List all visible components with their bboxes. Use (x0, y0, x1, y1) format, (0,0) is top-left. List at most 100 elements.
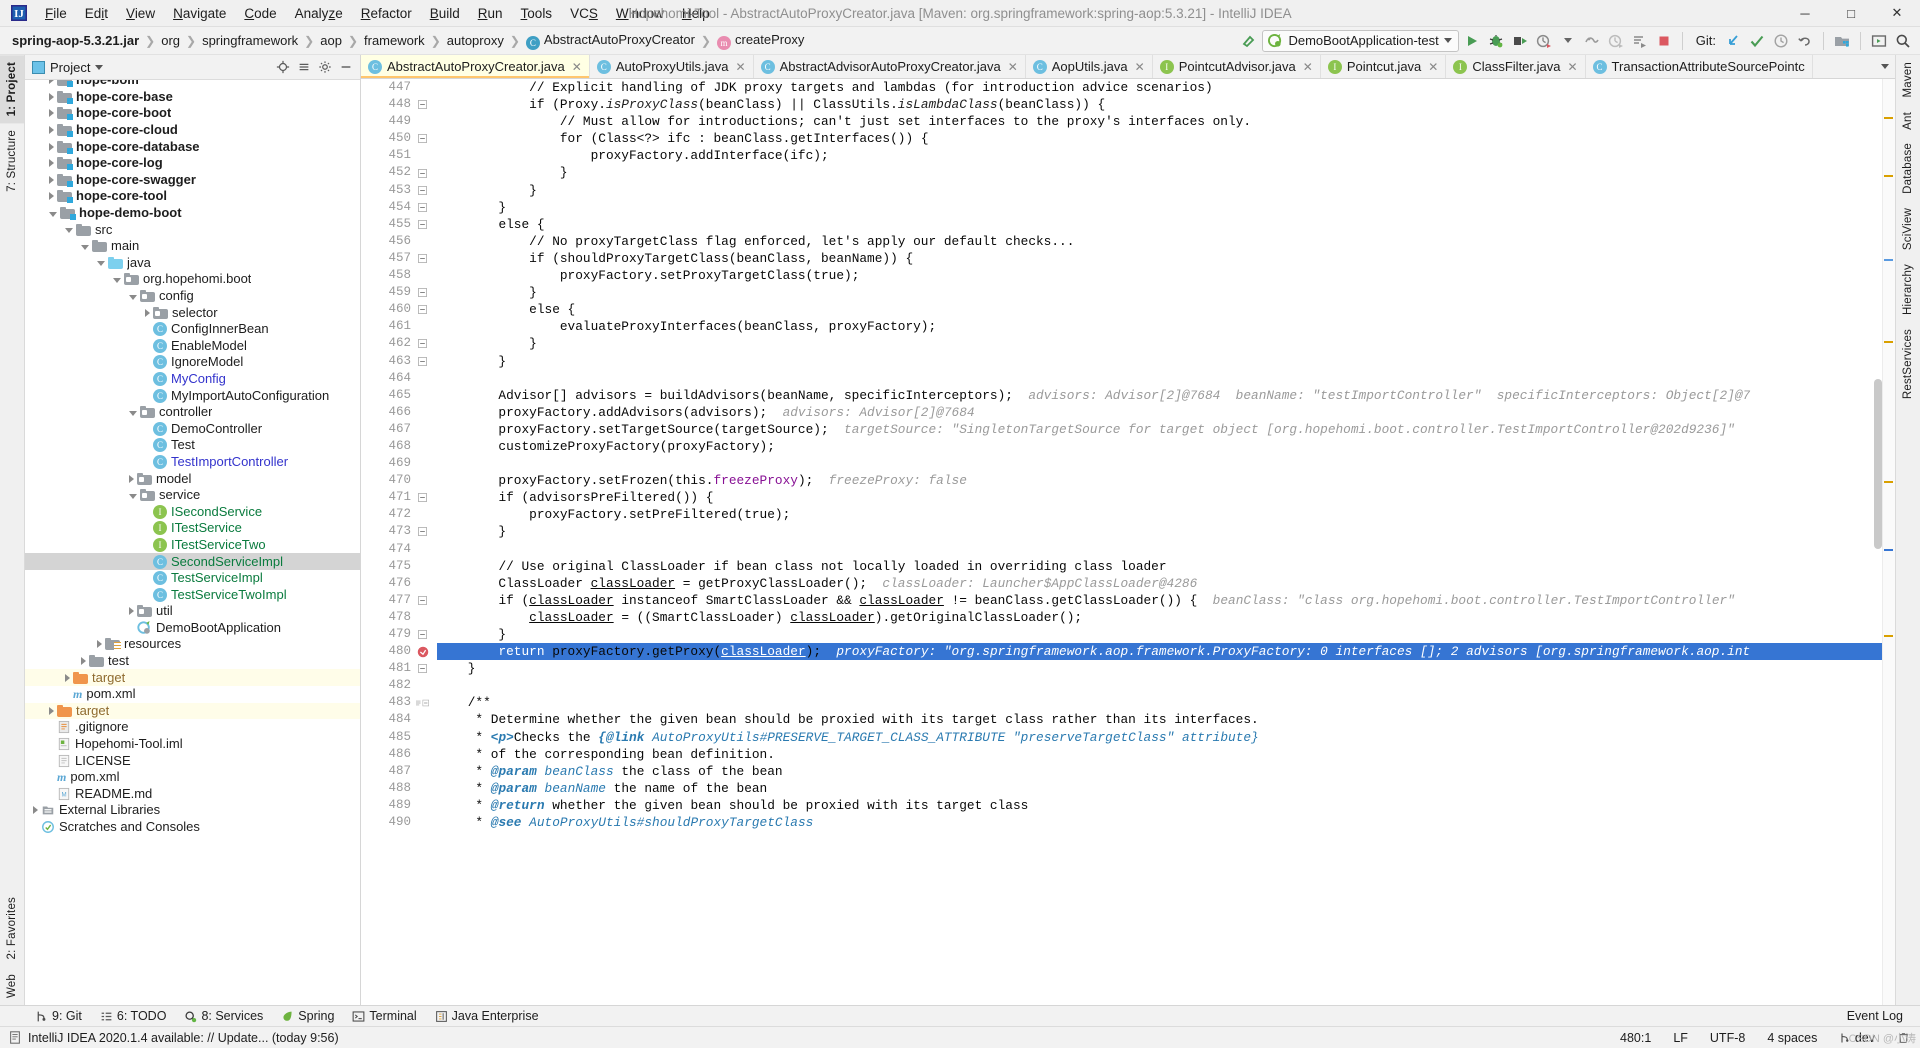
gutter-line-477[interactable]: 477 (361, 592, 435, 609)
code-fold-icon[interactable] (416, 664, 429, 674)
menu-window[interactable]: Window (607, 3, 673, 24)
code-line-479[interactable]: } (437, 626, 1895, 643)
code-line-482[interactable] (437, 677, 1895, 694)
scroll-from-source-icon[interactable] (273, 57, 293, 77)
code-line-467[interactable]: proxyFactory.setTargetSource(targetSourc… (437, 421, 1895, 438)
tree-node-model[interactable]: model (25, 470, 360, 487)
menu-help[interactable]: Help (673, 3, 719, 24)
tool-todo[interactable]: 6: TODO (91, 1007, 176, 1025)
tree-node-ignoremodel[interactable]: C IgnoreModel (25, 354, 360, 371)
search-everywhere-icon[interactable] (1892, 30, 1914, 52)
chevron-down-icon[interactable] (129, 493, 137, 499)
code-line-483[interactable]: /** (437, 694, 1895, 711)
code-line-450[interactable]: for (Class<?> ifc : beanClass.getInterfa… (437, 130, 1895, 147)
code-line-468[interactable]: customizeProxyFactory(proxyFactory); (437, 438, 1895, 455)
gutter-line-488[interactable]: 488 (361, 780, 435, 797)
menu-tools[interactable]: Tools (512, 3, 562, 24)
tree-node-myconfig[interactable]: C MyConfig (25, 371, 360, 388)
gutter-line-452[interactable]: 452 (361, 164, 435, 181)
code-line-469[interactable] (437, 455, 1895, 472)
code-fold-icon[interactable] (416, 493, 429, 503)
code-line-480[interactable]: return proxyFactory.getProxy(classLoader… (437, 643, 1895, 661)
rail-tab-project[interactable]: 1: Project (0, 55, 24, 124)
tool-java-enterprise[interactable]: Java Enterprise (426, 1007, 548, 1025)
tree-node-hope-core-base[interactable]: hope-core-base (25, 89, 360, 106)
breadcrumb-item-2[interactable]: springframework (198, 31, 302, 50)
tree-node-demobootapplication[interactable]: DemoBootApplication (25, 620, 360, 637)
menu-code[interactable]: Code (235, 3, 285, 24)
line-separator[interactable]: LF (1669, 1029, 1692, 1047)
chevron-down-icon[interactable] (65, 228, 73, 234)
gutter-line-490[interactable]: 490 (361, 814, 435, 831)
tree-node-hope-demo-boot[interactable]: hope-demo-boot (25, 205, 360, 222)
status-message[interactable]: IntelliJ IDEA 2020.1.4 available: // Upd… (28, 1031, 339, 1045)
gutter-line-473[interactable]: 473 (361, 523, 435, 540)
gutter-line-454[interactable]: 454 (361, 199, 435, 216)
update-project-icon[interactable] (1722, 30, 1744, 52)
gutter-line-478[interactable]: 478 (361, 609, 435, 626)
gutter-line-468[interactable]: 468 (361, 438, 435, 455)
code-fold-icon[interactable] (416, 339, 429, 349)
chevron-right-icon[interactable] (49, 706, 54, 715)
gutter-line-459[interactable]: 459 (361, 284, 435, 301)
tree-node-config[interactable]: config (25, 288, 360, 305)
rail-tab-ant[interactable]: Ant (1896, 105, 1920, 137)
breakpoint-icon[interactable] (416, 646, 429, 658)
breadcrumb-item-5[interactable]: autoproxy (443, 31, 508, 50)
tree-node-target[interactable]: target (25, 669, 360, 686)
close-button[interactable]: ✕ (1874, 0, 1920, 27)
tree-node-hope-core-database[interactable]: hope-core-database (25, 138, 360, 155)
gutter-line-486[interactable]: 486 (361, 746, 435, 763)
tree-node-hopehomi-tool-iml[interactable]: Hopehomi-Tool.iml (25, 736, 360, 753)
chevron-right-icon[interactable] (49, 92, 54, 101)
tree-node-org-hopehomi-boot[interactable]: org.hopehomi.boot (25, 271, 360, 288)
tree-node-testserviceimpl[interactable]: C TestServiceImpl (25, 570, 360, 587)
tree-node-testimportcontroller[interactable]: C TestImportController (25, 454, 360, 471)
tree-node-src[interactable]: src (25, 221, 360, 238)
gutter-line-471[interactable]: 471 (361, 489, 435, 506)
code-line-486[interactable]: * of the corresponding bean definition. (437, 746, 1895, 763)
code-line-464[interactable] (437, 370, 1895, 387)
code-line-453[interactable]: } (437, 182, 1895, 199)
tree-node-controller[interactable]: controller (25, 404, 360, 421)
run-coverage-disabled-icon[interactable] (1605, 30, 1627, 52)
gutter-line-465[interactable]: 465 (361, 387, 435, 404)
code-line-473[interactable]: } (437, 523, 1895, 540)
commit-icon[interactable] (1746, 30, 1768, 52)
attach-profiler-icon[interactable] (1581, 30, 1603, 52)
hide-all-windows-icon[interactable] (1868, 30, 1890, 52)
chevron-right-icon[interactable] (145, 308, 150, 317)
gutter-line-453[interactable]: 453 (361, 182, 435, 199)
gutter-line-466[interactable]: 466 (361, 404, 435, 421)
close-tab-icon[interactable]: ✕ (1428, 60, 1438, 74)
chevron-right-icon[interactable] (49, 192, 54, 201)
tree-node-java[interactable]: java (25, 255, 360, 272)
chevron-right-icon[interactable] (81, 657, 86, 666)
caret-position[interactable]: 480:1 (1616, 1029, 1655, 1047)
code-line-476[interactable]: ClassLoader classLoader = getProxyClassL… (437, 575, 1895, 592)
settings-gear-icon[interactable] (315, 57, 335, 77)
tree-node-pom-xml[interactable]: m pom.xml (25, 686, 360, 703)
menu-run[interactable]: Run (469, 3, 512, 24)
gutter-line-470[interactable]: 470 (361, 472, 435, 489)
tree-node-enablemodel[interactable]: C EnableModel (25, 338, 360, 355)
gutter-line-476[interactable]: 476 (361, 575, 435, 592)
javadoc-fold-icon[interactable] (416, 698, 429, 708)
chevron-right-icon[interactable] (49, 126, 54, 135)
tool-git[interactable]: 9: Git (26, 1007, 91, 1025)
project-tree[interactable]: hope-bomhope-core-basehope-core-boothope… (25, 80, 360, 1005)
code-line-460[interactable]: else { (437, 301, 1895, 318)
rail-tab-hierarchy[interactable]: Hierarchy (1896, 257, 1920, 322)
rail-tab-sciview[interactable]: SciView (1896, 201, 1920, 257)
editor-gutter[interactable]: 447 448 449 450 451 452 453 454 455 456 457 458 459 4… (361, 79, 435, 1005)
tree-node-secondserviceimpl[interactable]: C SecondServiceImpl (25, 553, 360, 570)
chevron-down-icon[interactable] (129, 294, 137, 300)
code-line-488[interactable]: * @param beanName the name of the bean (437, 780, 1895, 797)
code-line-465[interactable]: Advisor[] advisors = buildAdvisors(beanN… (437, 387, 1895, 404)
code-line-448[interactable]: if (Proxy.isProxyClass(beanClass) || Cla… (437, 96, 1895, 113)
vertical-scrollbar[interactable] (1874, 379, 1882, 549)
editor-tab-autoproxyutils-java[interactable]: C AutoProxyUtils.java ✕ (590, 55, 754, 78)
tree-node-hope-core-swagger[interactable]: hope-core-swagger (25, 172, 360, 189)
code-line-484[interactable]: * Determine whether the given bean shoul… (437, 711, 1895, 728)
code-text[interactable]: // Explicit handling of JDK proxy target… (435, 79, 1895, 1005)
